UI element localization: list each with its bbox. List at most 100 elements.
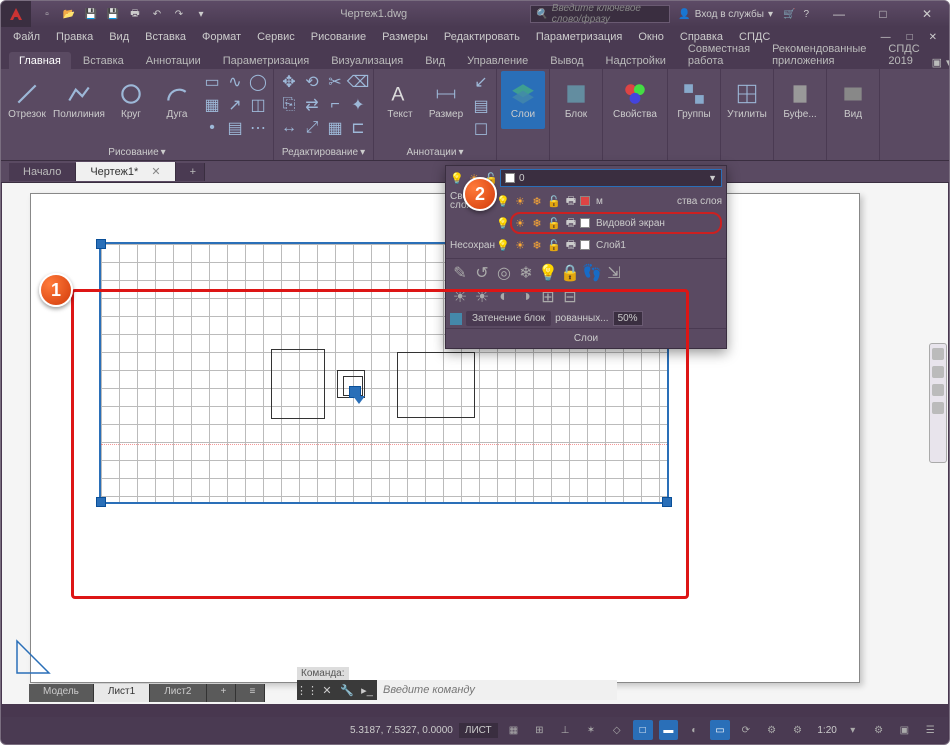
menu-view[interactable]: Вид [101, 31, 137, 43]
status-snap-icon[interactable]: ⊞ [529, 720, 549, 740]
menu-insert[interactable]: Вставка [137, 31, 194, 43]
sun-icon[interactable]: ☀ [513, 194, 527, 208]
qat-new-icon[interactable]: ▫ [37, 4, 57, 24]
grip-br[interactable] [662, 497, 672, 507]
plot-icon[interactable]: 🖶 [564, 194, 578, 208]
menu-file[interactable]: Файл [5, 31, 48, 43]
sm-rect-icon[interactable]: ▭ [201, 71, 223, 93]
cmd-close-icon[interactable]: ✕ [317, 680, 337, 700]
tab-layout2[interactable]: Лист2 [150, 684, 206, 702]
sun-icon[interactable]: ☀ [513, 238, 527, 252]
ribbon-tab-visual[interactable]: Визуализация [321, 52, 413, 69]
status-polar-icon[interactable]: ✶ [581, 720, 601, 740]
chevron-down-icon[interactable]: ▾ [458, 147, 463, 158]
bulb-icon[interactable]: 💡 [496, 194, 510, 208]
chevron-down-icon[interactable]: ▾ [360, 147, 365, 158]
status-grid-icon[interactable]: ▦ [504, 720, 524, 740]
layer-t6-icon[interactable]: ⊟ [560, 287, 580, 307]
status-iso-icon[interactable]: ◇ [607, 720, 627, 740]
sm-erase-icon[interactable]: ⌫ [347, 71, 369, 93]
ribbon-tab-spds[interactable]: СПДС 2019 [878, 40, 929, 69]
layer-match-icon[interactable]: ✎ [450, 263, 470, 283]
ribbon-tab-home[interactable]: Главная [9, 52, 71, 69]
layer-prev-icon[interactable]: ↺ [472, 263, 492, 283]
qat-redo-icon[interactable]: ↷ [169, 4, 189, 24]
ribbon-tab-annot[interactable]: Аннотации [136, 52, 211, 69]
status-lwt-icon[interactable]: ▬ [659, 720, 679, 740]
layer-off-icon[interactable]: 💡 [538, 263, 558, 283]
qat-saveas-icon[interactable]: 💾 [103, 4, 123, 24]
doc-tab-start[interactable]: Начало [9, 163, 76, 181]
ribbon-tab-apps[interactable]: Рекомендованные приложения [762, 40, 876, 69]
btn-polyline[interactable]: Полилиния [51, 71, 107, 129]
status-gear-icon[interactable]: ⚙ [869, 720, 889, 740]
ribbon-tab-manage[interactable]: Управление [457, 52, 538, 69]
nav-zoom-icon[interactable] [932, 384, 944, 396]
btn-text[interactable]: AТекст [378, 71, 422, 129]
layer-row-viewport[interactable]: 💡☀❄🔓🖶 Видовой экран [446, 212, 726, 234]
ribbon-tab-param[interactable]: Параметризация [213, 52, 319, 69]
nav-orbit-icon[interactable] [932, 402, 944, 414]
menu-modify[interactable]: Редактировать [436, 31, 528, 43]
minimize-button[interactable]: — [817, 1, 861, 27]
layer-walk-icon[interactable]: 👣 [582, 263, 602, 283]
search-input[interactable]: 🔍 Введите ключевое слово/фразу [530, 5, 670, 23]
sm-offset-icon[interactable]: ⊏ [347, 117, 369, 139]
doc-tab-current[interactable]: Чертеж1* ✕ [76, 162, 175, 181]
ribbon-tab-view[interactable]: Вид [415, 52, 455, 69]
tab-close-icon[interactable]: ✕ [151, 166, 160, 178]
bulb-icon[interactable]: 💡 [496, 216, 510, 230]
login-menu[interactable]: 👤 Вход в службы ▾ 🛒 ? [670, 9, 817, 20]
rect-1[interactable] [271, 349, 325, 419]
sm-fillet-icon[interactable]: ⌐ [324, 94, 346, 116]
layer-combo[interactable]: 0 ▼ [500, 169, 722, 187]
nav-bar[interactable] [929, 343, 947, 463]
layer-merge-icon[interactable]: ⇲ [604, 263, 624, 283]
grip-tl[interactable] [96, 239, 106, 249]
tab-model[interactable]: Модель [29, 684, 94, 702]
ribbon-tab-collab[interactable]: Совместная работа [678, 40, 760, 69]
layer-freeze2-icon[interactable]: ❄ [516, 263, 536, 283]
lock-icon[interactable]: 🔓 [547, 238, 561, 252]
sm-more-icon[interactable]: ⋯ [247, 117, 269, 139]
sm-trim-icon[interactable]: ✂ [324, 71, 346, 93]
sm-field-icon[interactable]: ☐ [470, 119, 492, 141]
qat-more-icon[interactable]: ▾ [191, 4, 211, 24]
qat-save-icon[interactable]: 💾 [81, 4, 101, 24]
menu-window[interactable]: Окно [630, 31, 672, 43]
sun-icon[interactable]: ☀ [513, 216, 527, 230]
menu-draw[interactable]: Рисование [303, 31, 374, 43]
app-logo[interactable] [1, 1, 31, 27]
sm-scale-icon[interactable]: ⤢ [301, 117, 323, 139]
status-ortho-icon[interactable]: ⊥ [555, 720, 575, 740]
status-ann2-icon[interactable]: ⚙ [788, 720, 808, 740]
btn-dim[interactable]: Размер [424, 71, 468, 129]
maximize-button[interactable]: □ [861, 1, 905, 27]
tab-layout1[interactable]: Лист1 [94, 684, 150, 702]
btn-props[interactable]: Свойства [607, 71, 663, 129]
btn-line[interactable]: Отрезок [5, 71, 49, 129]
lock-icon[interactable]: 🔓 [547, 216, 561, 230]
sm-point-icon[interactable]: • [201, 117, 223, 139]
status-max-icon[interactable]: ▣ [894, 720, 914, 740]
sm-move-icon[interactable]: ✥ [278, 71, 300, 93]
btn-clip[interactable]: Буфе... [778, 71, 822, 129]
status-cycle-icon[interactable]: ⟳ [736, 720, 756, 740]
btn-util[interactable]: Утилиты [725, 71, 769, 129]
qat-plot-icon[interactable]: 🖶 [125, 4, 145, 24]
status-space[interactable]: ЛИСТ [459, 723, 498, 738]
layer-t3-icon[interactable]: ◐ [494, 287, 514, 307]
help-icon[interactable]: ? [803, 9, 809, 20]
tab-layout-add[interactable]: + [207, 684, 236, 702]
freeze-icon[interactable]: ❄ [530, 216, 544, 230]
sm-stretch-icon[interactable]: ↔ [278, 117, 300, 139]
bulb-icon[interactable]: 💡 [450, 171, 464, 185]
ribbon-tab-output[interactable]: Вывод [540, 52, 593, 69]
nav-pan-icon[interactable] [932, 366, 944, 378]
sm-explode-icon[interactable]: ✦ [347, 94, 369, 116]
sm-region-icon[interactable]: ◫ [247, 94, 269, 116]
btn-groups[interactable]: Группы [672, 71, 716, 129]
sm-array-icon[interactable]: ▦ [324, 117, 346, 139]
cart-icon[interactable]: 🛒 [783, 9, 795, 20]
menu-dims[interactable]: Размеры [374, 31, 436, 43]
